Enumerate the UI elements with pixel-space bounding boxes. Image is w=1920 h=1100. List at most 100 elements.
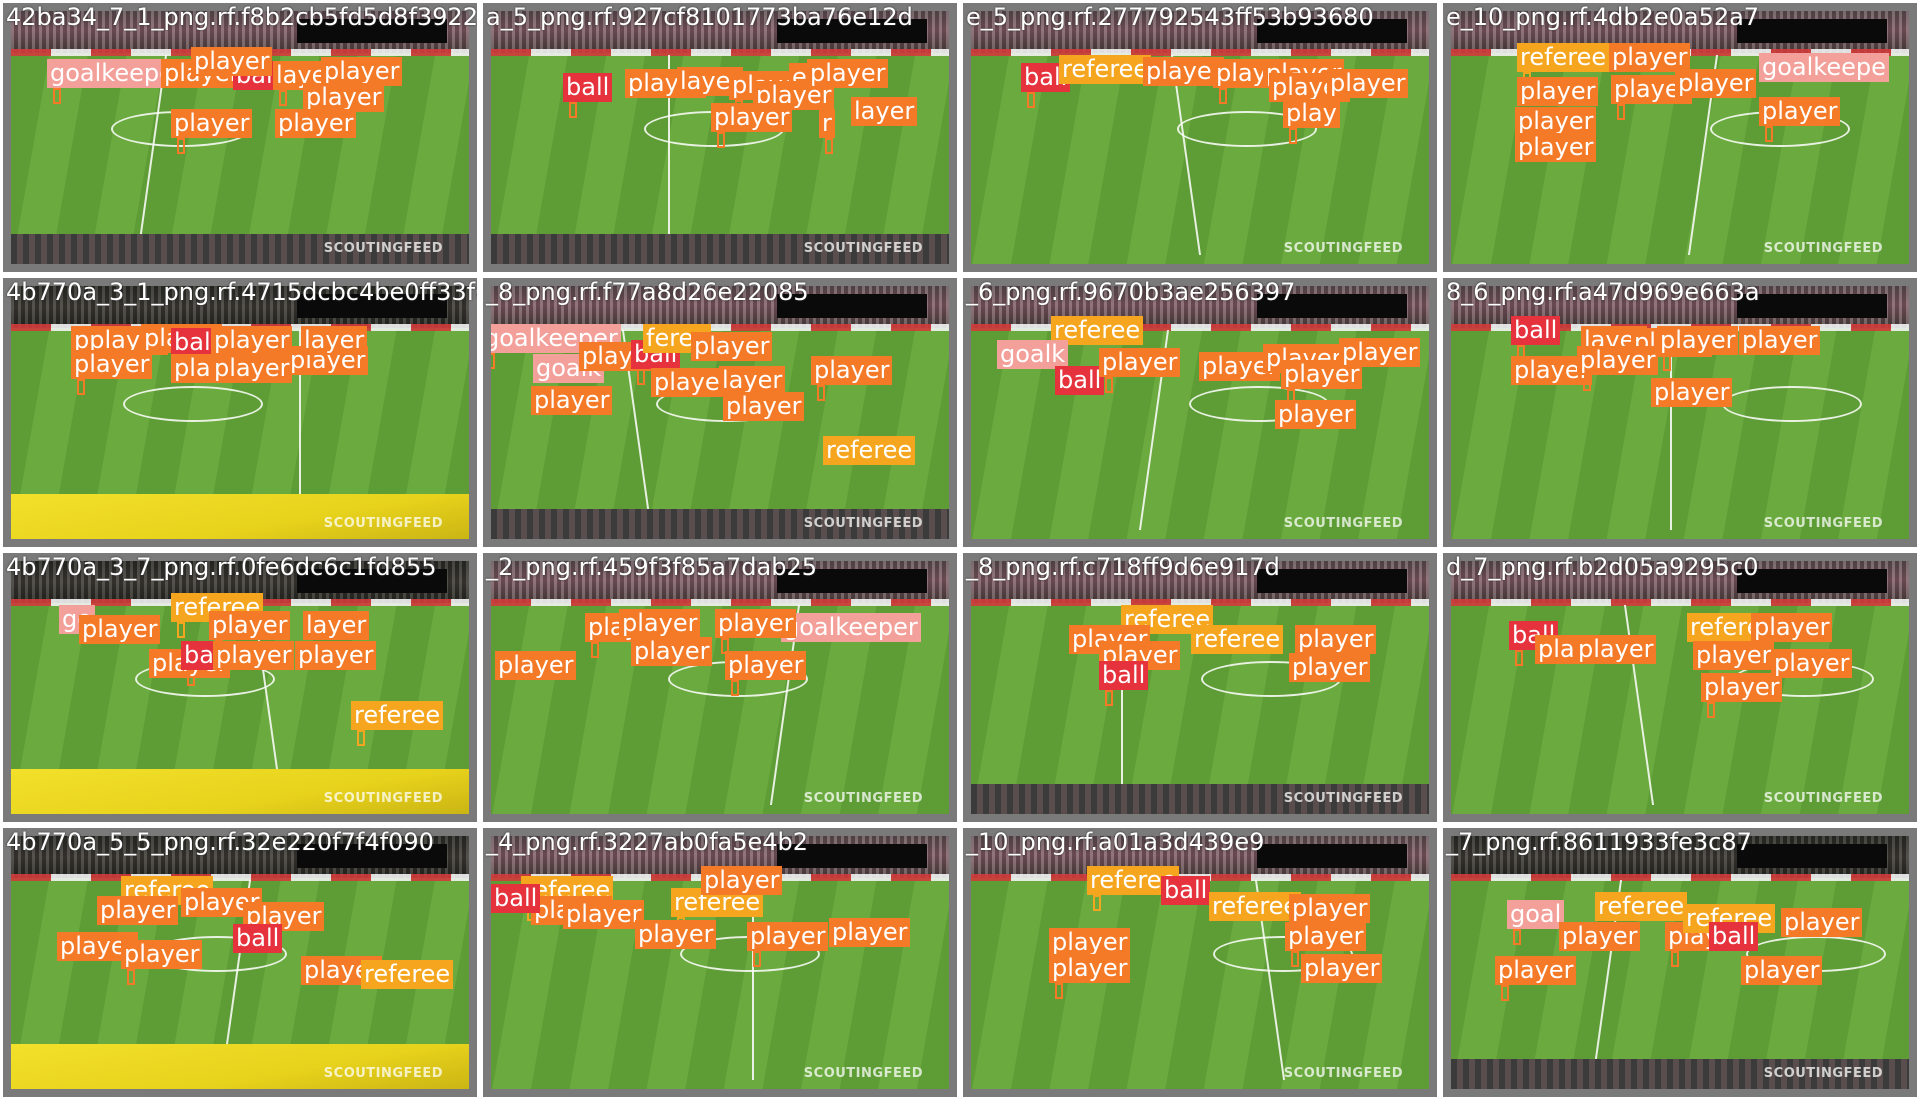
bounding-box [1105, 377, 1113, 393]
image-filename: 8_6_png.rf.a47d969e663a [1446, 278, 1760, 306]
soccer-frame: SCOUTINGFEEDgoalkeepeplayerballlayerplay… [11, 11, 469, 264]
watermark: SCOUTINGFEED [323, 791, 443, 806]
bounding-box [1219, 88, 1227, 104]
watermark: SCOUTINGFEED [1283, 241, 1403, 256]
detection-label-player: player [631, 637, 713, 666]
detection-label-player: player [1275, 400, 1357, 429]
bounding-box [753, 951, 761, 967]
watermark: SCOUTINGFEED [1763, 1066, 1883, 1081]
detection-label-player: layer [851, 97, 918, 126]
bounding-box [569, 102, 577, 118]
image-tile: SCOUTINGFEED referee player player player pla… [0, 825, 480, 1100]
soccer-frame: SCOUTINGFEED goalkeeper goalk player ball fer… [491, 286, 949, 539]
detection-label-player: player [1099, 348, 1181, 377]
ad-board [971, 324, 1429, 331]
watermark: SCOUTINGFEED [803, 1066, 923, 1081]
detection-label-player: player [1049, 954, 1131, 983]
bounding-box [817, 385, 825, 401]
detection-label-goalkeeper: goalkeepe [1759, 53, 1889, 82]
watermark: SCOUTINGFEED [1283, 791, 1403, 806]
detection-label-player: player [715, 609, 797, 638]
image-filename: _6_png.rf.9670b3ae256397 [966, 278, 1296, 306]
soccer-frame: SCOUTINGFEED referee referee player player pl… [971, 561, 1429, 814]
image-tile: SCOUTINGFEED referee goalk ball player player… [960, 275, 1440, 550]
bounding-box [177, 622, 185, 638]
detection-label-player: player [531, 386, 613, 415]
ad-board [11, 874, 469, 881]
detection-label-player: player [121, 940, 203, 969]
scoreboard-overlay [1257, 844, 1407, 868]
detection-label-player: player [191, 47, 273, 76]
bounding-box [1707, 702, 1715, 718]
detection-label-player: player [691, 332, 773, 361]
bounding-box [1513, 929, 1521, 945]
bounding-box [825, 138, 833, 154]
watermark: SCOUTINGFEED [1283, 1066, 1403, 1081]
detection-label-player: player [1301, 954, 1383, 983]
detection-label-player: player [1295, 625, 1377, 654]
bounding-box [1501, 985, 1509, 1001]
image-filename: _4_png.rf.3227ab0fa5e4b2 [486, 828, 809, 856]
soccer-frame: SCOUTINGFEEDrefereeplayerplayerrefereepl… [491, 836, 949, 1089]
detection-label-player: player [1759, 97, 1841, 126]
detection-label-player: player [79, 615, 161, 644]
detection-label-player: player [619, 609, 701, 638]
detection-label-player: layer [303, 611, 370, 640]
image-tile: SCOUTINGFEEDplayerplayerplayerplayergoal… [480, 550, 960, 825]
bounding-box [1027, 92, 1035, 108]
detection-label-player: player [1609, 43, 1691, 72]
image-filename: 4b770a_3_7_png.rf.0fe6dc6c1fd855 [6, 553, 437, 581]
bounding-box [1617, 104, 1625, 120]
bounding-box [491, 353, 495, 369]
bounding-box [731, 680, 739, 696]
detection-label-player: player [1577, 346, 1659, 375]
detection-label-player: player [563, 900, 645, 929]
detection-label-player: player [97, 896, 179, 925]
image-filename: _2_png.rf.459f3f85a7dab25 [486, 553, 817, 581]
bounding-box [279, 90, 287, 106]
detection-label-player: player [213, 641, 295, 670]
watermark: SCOUTINGFEED [803, 791, 923, 806]
detection-label-player: player [1049, 928, 1131, 957]
bounding-box [1093, 895, 1101, 911]
image-filename: e_10_png.rf.4db2e0a52a7 [1446, 3, 1760, 31]
watermark: SCOUTINGFEED [803, 241, 923, 256]
soccer-frame: SCOUTINGFEED referee ball player player refer… [971, 836, 1429, 1089]
soccer-frame: SCOUTINGFEEDpplayerplayerballplayerplaye… [11, 286, 469, 539]
watermark: SCOUTINGFEED [323, 516, 443, 531]
bounding-box [1515, 650, 1523, 666]
watermark: SCOUTINGFEED [1283, 516, 1403, 531]
detection-label-player: player [211, 354, 293, 383]
detection-label-player: player [303, 83, 385, 112]
bounding-box [1671, 951, 1679, 967]
image-filename: _10_png.rf.a01a3d439e9 [966, 828, 1265, 856]
bounding-box [53, 88, 61, 104]
detection-label-player: player [1515, 133, 1597, 162]
bounding-box [127, 969, 135, 985]
detection-label-player: player [725, 651, 807, 680]
ad-board [971, 49, 1429, 56]
detection-label-player: player [1289, 653, 1371, 682]
soccer-frame: SCOUTINGFEED referee player player player pla… [11, 836, 469, 1089]
detection-label-player: player [1651, 378, 1733, 407]
detection-label-player: player [711, 103, 793, 132]
detection-label-player: player [1517, 77, 1599, 106]
image-tile: SCOUTINGFEEDballplayerlayerplayererplaye… [480, 0, 960, 275]
soccer-frame: SCOUTINGFEEDballplayerplayerrefereeplaye… [1451, 561, 1909, 814]
detection-label-ball: ball [233, 924, 283, 953]
detection-label-player: player [1285, 922, 1367, 951]
detection-label-goalkeeper: goalkeeper [781, 613, 921, 642]
detection-label-player: player [1515, 107, 1597, 136]
image-filename: _8_png.rf.c718ff9d6e917d [966, 553, 1280, 581]
detection-label-player: layer [719, 366, 786, 395]
image-tile: SCOUTINGFEED goal referee player player refer… [1440, 825, 1920, 1100]
image-filename: _8_png.rf.f77a8d26e22085 [486, 278, 809, 306]
detection-label-player: player [747, 922, 829, 951]
soccer-frame: SCOUTINGFEED ball layer player player player p… [1451, 286, 1909, 539]
detection-label-player: player [321, 57, 403, 86]
bounding-box [1105, 690, 1113, 706]
detection-label-player: player [1741, 956, 1823, 985]
bounding-box [177, 138, 185, 154]
detection-label-referee: referee [1209, 892, 1302, 921]
detection-label-player: player [275, 109, 357, 138]
